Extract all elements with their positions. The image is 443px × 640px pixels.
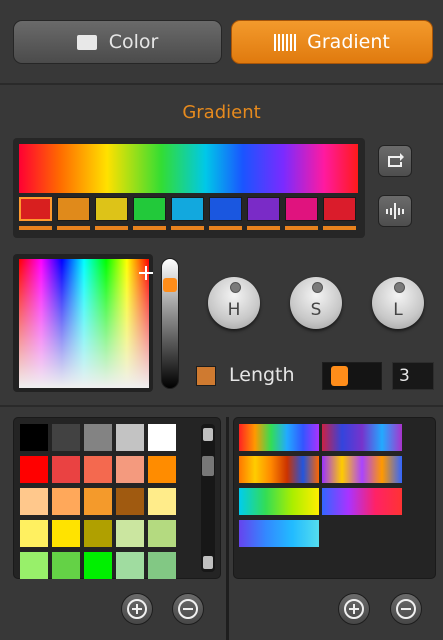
minus-icon [178, 599, 198, 619]
hue-knob-label: H [227, 300, 241, 320]
gradient-preset[interactable] [322, 424, 402, 451]
color-swatch[interactable] [52, 456, 80, 483]
gradient-stop-marker [209, 226, 242, 230]
gradient-stop-marker [285, 226, 318, 230]
section-title: Gradient [182, 102, 261, 123]
gradient-stop[interactable] [209, 197, 242, 221]
color-swatch[interactable] [20, 552, 48, 579]
color-swatch[interactable] [52, 520, 80, 547]
tab-gradient-label: Gradient [307, 31, 390, 53]
length-checkbox[interactable] [196, 366, 216, 386]
brightness-slider-thumb[interactable] [163, 278, 177, 292]
color-field[interactable] [19, 259, 149, 388]
scrollbar-thumb[interactable] [202, 456, 214, 476]
color-swatch[interactable] [148, 552, 176, 579]
gradient-preset[interactable] [239, 520, 319, 547]
color-swatch[interactable] [52, 552, 80, 579]
add-gradient-button[interactable] [338, 593, 370, 625]
divider [226, 417, 229, 640]
gradient-stop-marker [95, 226, 128, 230]
color-swatch[interactable] [148, 520, 176, 547]
gradient-preset[interactable] [239, 456, 319, 483]
lightness-knob[interactable]: L [372, 277, 424, 329]
color-swatch-icon [76, 34, 97, 50]
scroll-down-icon[interactable] [203, 556, 213, 569]
saturation-knob[interactable]: S [290, 277, 342, 329]
gradient-stop-marker [323, 226, 356, 230]
color-swatch[interactable] [116, 552, 144, 579]
color-swatch[interactable] [148, 456, 176, 483]
knob-indicator-icon [394, 282, 405, 293]
crosshair-icon[interactable] [139, 266, 153, 280]
gradient-preset[interactable] [322, 488, 402, 515]
color-swatch[interactable] [84, 520, 112, 547]
color-swatch[interactable] [116, 424, 144, 451]
add-color-button[interactable] [121, 593, 153, 625]
hue-knob[interactable]: H [208, 277, 260, 329]
knob-indicator-icon [230, 282, 241, 293]
distribute-stops-icon [386, 203, 404, 219]
gradient-stop[interactable] [171, 197, 204, 221]
color-swatch[interactable] [20, 424, 48, 451]
color-swatch[interactable] [20, 520, 48, 547]
color-swatch[interactable] [20, 456, 48, 483]
plus-icon [127, 599, 147, 619]
color-swatch[interactable] [84, 488, 112, 515]
color-swatch[interactable] [52, 424, 80, 451]
gradient-stop[interactable] [247, 197, 280, 221]
gradient-stop[interactable] [57, 197, 90, 221]
gradient-stop[interactable] [19, 197, 52, 221]
gradient-preview-bar[interactable] [19, 144, 358, 193]
color-swatch[interactable] [148, 488, 176, 515]
gradient-stop[interactable] [285, 197, 318, 221]
gradient-preset[interactable] [239, 424, 319, 451]
gradient-preset[interactable] [239, 488, 319, 515]
gradient-bars-icon [274, 33, 299, 51]
gradient-stop-marker [133, 226, 166, 230]
tab-color[interactable]: Color [13, 20, 222, 64]
divider [0, 405, 443, 407]
color-swatch[interactable] [52, 488, 80, 515]
color-swatch[interactable] [116, 456, 144, 483]
length-slider-thumb[interactable] [331, 366, 348, 386]
color-swatch[interactable] [20, 488, 48, 515]
color-swatch[interactable] [84, 424, 112, 451]
color-swatch[interactable] [116, 488, 144, 515]
divider [0, 83, 443, 85]
saturation-knob-label: S [310, 300, 322, 320]
color-swatch[interactable] [84, 552, 112, 579]
minus-icon [396, 599, 416, 619]
gradient-stop[interactable] [95, 197, 128, 221]
gradient-stop[interactable] [133, 197, 166, 221]
length-value[interactable]: 3 [392, 362, 434, 390]
reverse-icon [388, 153, 404, 167]
gradient-stop-marker [19, 226, 52, 230]
scroll-up-icon[interactable] [203, 428, 213, 441]
length-label: Length [229, 364, 295, 386]
swatches-scrollbar[interactable] [201, 424, 215, 572]
plus-icon [344, 599, 364, 619]
color-swatch[interactable] [84, 456, 112, 483]
distribute-stops-button[interactable] [378, 195, 412, 227]
tab-color-label: Color [108, 31, 159, 53]
gradient-stop-marker [57, 226, 90, 230]
knob-indicator-icon [312, 282, 323, 293]
gradient-preset[interactable] [322, 456, 402, 483]
gradient-stop-marker [171, 226, 204, 230]
remove-color-button[interactable] [172, 593, 204, 625]
reverse-gradient-button[interactable] [378, 145, 412, 177]
gradient-stop[interactable] [323, 197, 356, 221]
color-swatch[interactable] [148, 424, 176, 451]
color-swatch[interactable] [116, 520, 144, 547]
remove-gradient-button[interactable] [390, 593, 422, 625]
gradient-stop-marker [247, 226, 280, 230]
lightness-knob-label: L [393, 300, 403, 320]
tab-gradient[interactable]: Gradient [231, 20, 433, 64]
